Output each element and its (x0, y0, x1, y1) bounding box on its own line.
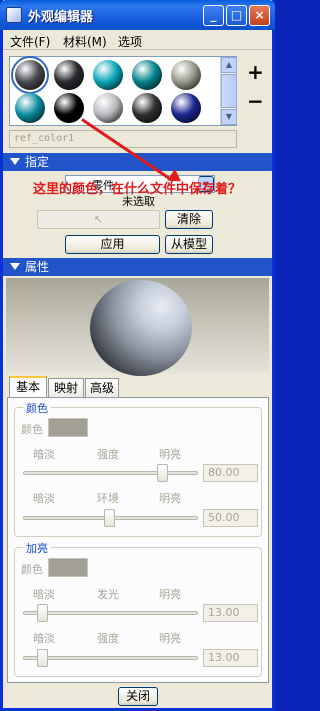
tab-content-basic: 颜色 颜色 暗淡 强度 明亮 80.00 暗淡 环境 明亮 50.00 加亮 颜… (7, 397, 269, 683)
collapse-arrow-icon (10, 158, 20, 165)
ambient-slider-thumb[interactable] (104, 509, 115, 527)
collapse-arrow-icon (10, 263, 20, 270)
select-button[interactable]: ↖ (37, 210, 160, 229)
shininess-slider-thumb[interactable] (37, 604, 48, 622)
highlight-intensity-value-field[interactable]: 13.00 (203, 649, 258, 667)
section-title: 指定 (25, 155, 50, 169)
bottom-bar: 关闭 (3, 685, 272, 708)
intensity-value-field[interactable]: 80.00 (203, 464, 258, 482)
menu-bar: 文件(F) 材料(M) 选项 (3, 30, 272, 50)
slider-name-label: 环境 (97, 492, 119, 505)
menu-options[interactable]: 选项 (118, 33, 142, 50)
color-swatch-button[interactable] (48, 418, 88, 437)
selection-state: 未选取 (122, 195, 155, 208)
section-header-properties[interactable]: 属性 (3, 258, 272, 276)
close-button[interactable]: 关闭 (118, 687, 158, 706)
tab-mapping[interactable]: 映射 (48, 378, 84, 397)
slider-name-label: 发光 (97, 588, 119, 601)
material-swatch[interactable] (171, 93, 201, 123)
slider-min-label: 暗淡 (33, 632, 55, 645)
intensity-slider-track[interactable] (23, 471, 198, 475)
tab-advanced[interactable]: 高级 (85, 378, 119, 397)
preview-sphere (90, 280, 192, 376)
material-swatch[interactable] (54, 60, 84, 90)
material-swatch[interactable] (11, 56, 49, 94)
material-swatch[interactable] (15, 93, 45, 123)
highlight-intensity-slider-thumb[interactable] (37, 649, 48, 667)
menu-file[interactable]: 文件(F) (10, 33, 50, 50)
maximize-button[interactable]: □ (226, 5, 247, 26)
color-label: 颜色 (21, 563, 43, 576)
menu-material[interactable]: 材料(M) (63, 33, 107, 50)
window-title: 外观编辑器 (28, 10, 94, 25)
shininess-slider-track[interactable] (23, 611, 198, 615)
intensity-slider-thumb[interactable] (157, 464, 168, 482)
annotation-arrow (81, 118, 175, 183)
color-group: 颜色 颜色 暗淡 强度 明亮 80.00 暗淡 环境 明亮 50.00 (14, 400, 262, 537)
material-swatch[interactable] (171, 60, 201, 90)
from-model-button[interactable]: 从模型 (165, 235, 213, 254)
clear-button[interactable]: 清除 (165, 210, 213, 229)
group-title: 颜色 (23, 400, 51, 416)
title-bar[interactable]: 外观编辑器 _ □ × (0, 0, 275, 30)
slider-min-label: 暗淡 (33, 588, 55, 601)
cursor-icon: ↖ (93, 213, 104, 226)
swatch-scrollbar[interactable]: ▲ ▼ (220, 57, 237, 125)
material-preview (6, 278, 269, 376)
highlight-color-swatch-button[interactable] (48, 558, 88, 577)
minus-icon[interactable]: − (247, 89, 264, 113)
highlight-intensity-slider-track[interactable] (23, 656, 198, 660)
appearance-editor-window: 外观编辑器 _ □ × 文件(F) 材料(M) 选项 ▲ ▼ + − ref_c… (0, 0, 275, 711)
close-window-button[interactable]: × (249, 5, 270, 26)
group-title: 加亮 (23, 540, 51, 556)
section-title: 属性 (25, 260, 50, 274)
material-swatch[interactable] (54, 93, 84, 123)
app-icon (6, 7, 22, 23)
shininess-value-field[interactable]: 13.00 (203, 604, 258, 622)
tab-basic[interactable]: 基本 (9, 376, 47, 398)
scroll-up-icon[interactable]: ▲ (221, 57, 237, 73)
material-swatch-panel: ▲ ▼ (9, 56, 237, 126)
property-tabs: 基本 映射 高级 (7, 376, 269, 398)
slider-max-label: 明亮 (159, 492, 181, 505)
material-swatch[interactable] (93, 60, 123, 90)
material-swatch[interactable] (132, 60, 162, 90)
slider-min-label: 暗淡 (33, 448, 55, 461)
material-swatch[interactable] (93, 93, 123, 123)
plus-icon[interactable]: + (247, 60, 264, 84)
slider-max-label: 明亮 (159, 588, 181, 601)
apply-button[interactable]: 应用 (65, 235, 160, 254)
minimize-button[interactable]: _ (203, 5, 224, 26)
highlight-group: 加亮 颜色 暗淡 发光 明亮 13.00 暗淡 强度 明亮 13.00 (14, 540, 262, 677)
ambient-value-field[interactable]: 50.00 (203, 509, 258, 527)
scroll-thumb[interactable] (221, 74, 237, 108)
color-label: 颜色 (21, 423, 43, 436)
slider-min-label: 暗淡 (33, 492, 55, 505)
slider-max-label: 明亮 (159, 632, 181, 645)
slider-max-label: 明亮 (159, 448, 181, 461)
slider-name-label: 强度 (97, 448, 119, 461)
scroll-down-icon[interactable]: ▼ (221, 109, 237, 125)
material-swatch[interactable] (132, 93, 162, 123)
slider-name-label: 强度 (97, 632, 119, 645)
